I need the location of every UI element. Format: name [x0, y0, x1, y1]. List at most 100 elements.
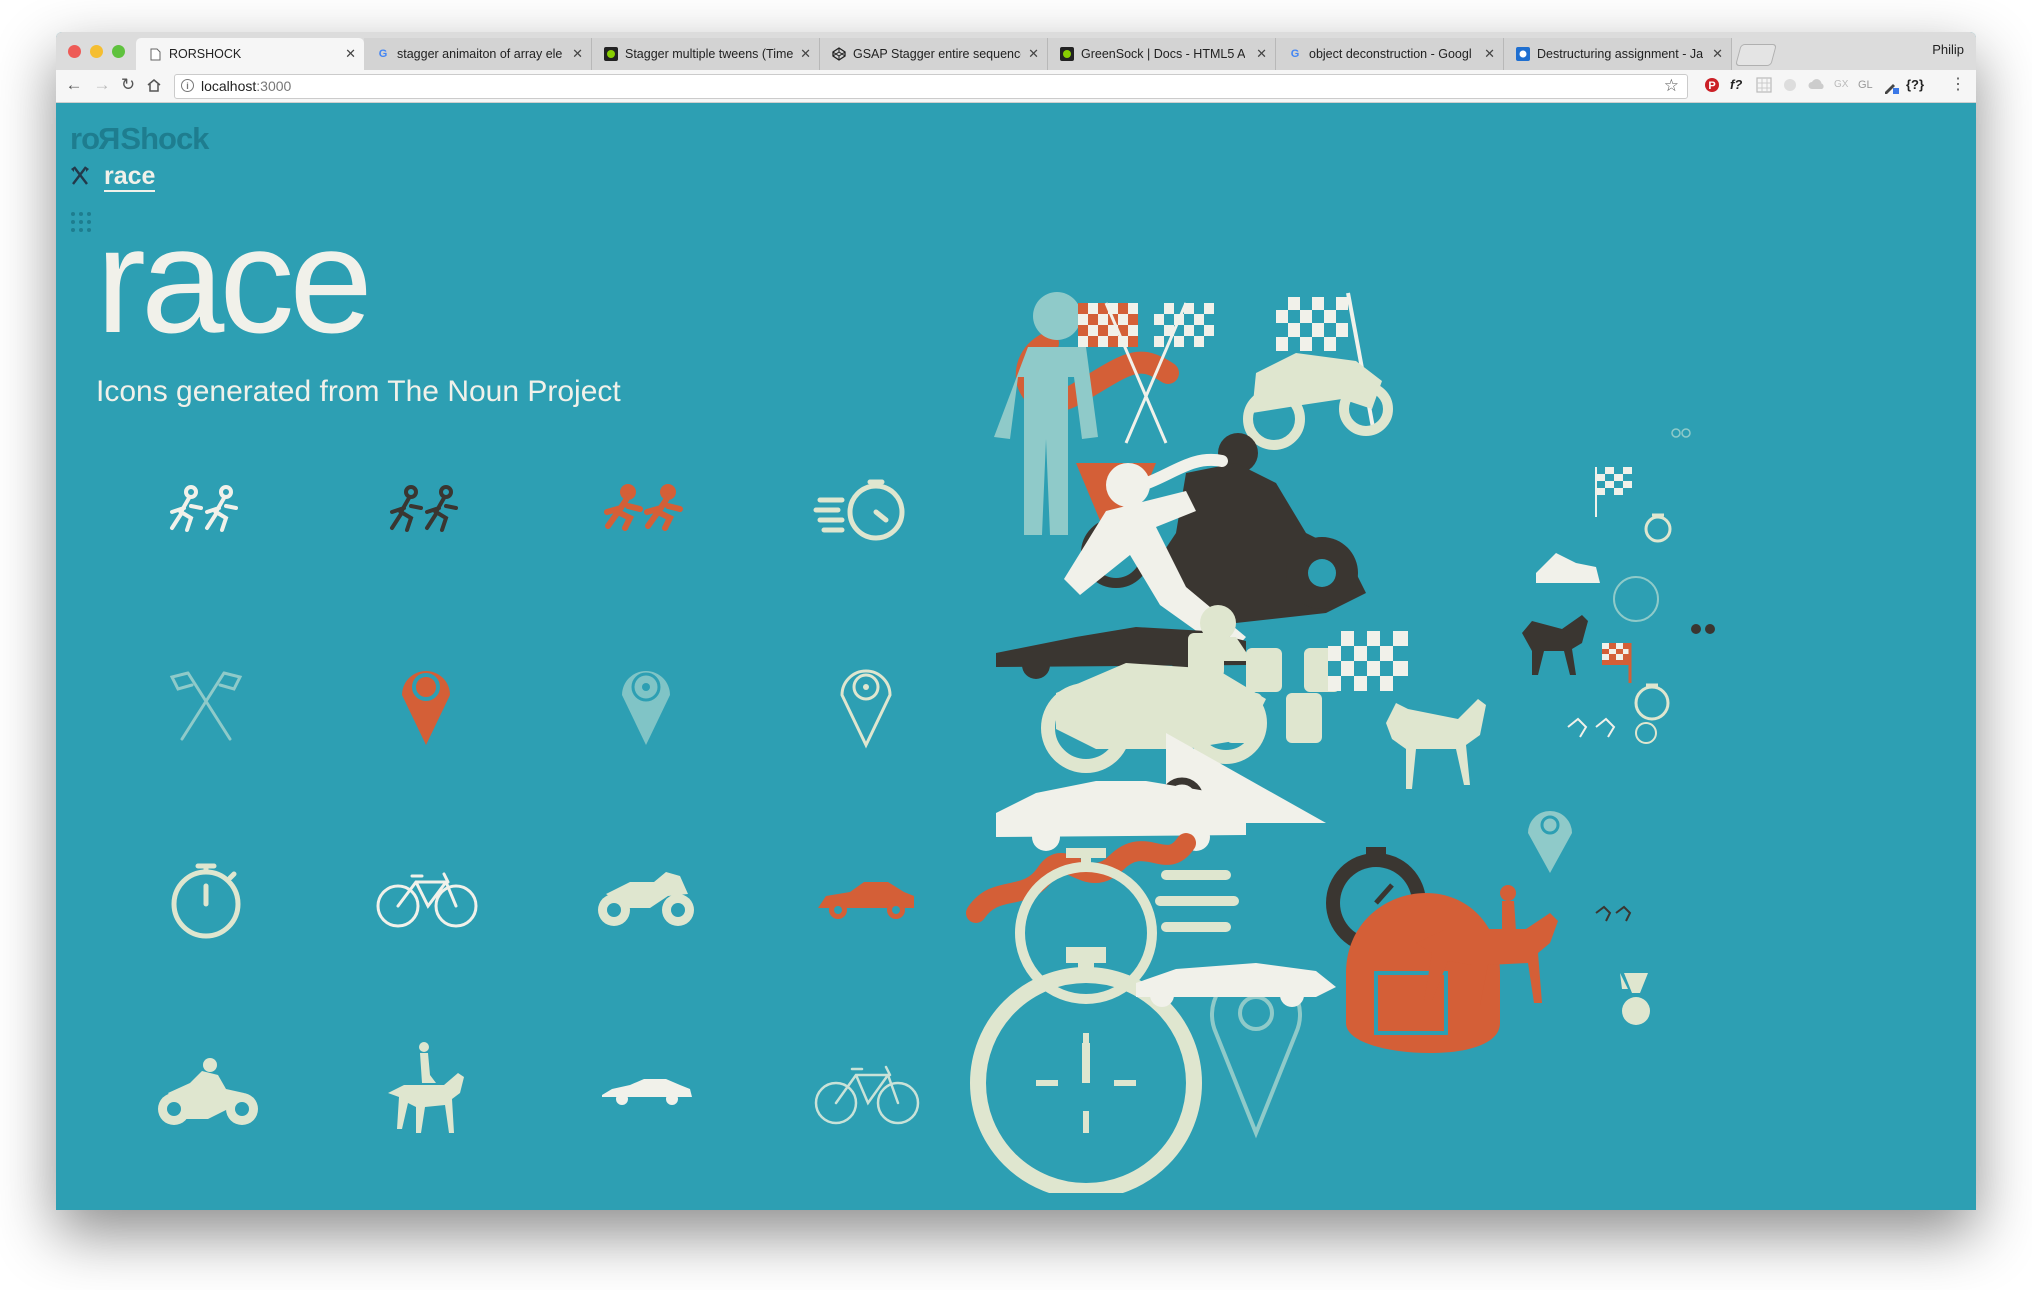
crossed-flags-small-icon	[70, 164, 90, 191]
breadcrumb-link[interactable]: race	[104, 163, 156, 192]
tab-label: GreenSock | Docs - HTML5 A	[1081, 47, 1246, 61]
tab-label: stagger animaiton of array ele	[397, 47, 563, 61]
page-title: race	[96, 196, 373, 364]
browser-window: RORSHOCK ✕ G stagger animaiton of array …	[56, 32, 1976, 1210]
small-stopwatch-icon-2	[1634, 683, 1670, 721]
browser-menu-icon[interactable]: ⋮	[1950, 74, 1966, 94]
close-tab-icon[interactable]: ✕	[1028, 46, 1039, 62]
faint-stopwatch-icon	[1613, 576, 1659, 622]
motorcycle-top-icon	[1243, 353, 1393, 450]
tab-gsap-stagger[interactable]: GSAP Stagger entire sequence ✕	[820, 38, 1048, 70]
zoom-window-button[interactable]	[112, 45, 125, 58]
horse-rider-icon[interactable]	[366, 1033, 486, 1153]
dark-horse-icon	[1522, 615, 1588, 675]
profile-name[interactable]: Philip	[1932, 42, 1964, 57]
site-info-icon[interactable]: i	[181, 79, 194, 92]
close-tab-icon[interactable]: ✕	[345, 46, 356, 62]
close-window-button[interactable]	[68, 45, 81, 58]
mdn-icon	[1516, 47, 1530, 61]
small-stopwatch-icon-3	[1635, 722, 1657, 744]
tiny-motorcycle-icon	[1691, 624, 1715, 634]
small-runners-icon	[1567, 717, 1616, 738]
small-runners-dark-icon	[1595, 905, 1632, 922]
home-icon[interactable]	[144, 75, 164, 95]
new-tab-button[interactable]	[1735, 44, 1777, 66]
tab-destructuring[interactable]: Destructuring assignment - Ja ✕	[1504, 38, 1732, 70]
tab-label: Stagger multiple tweens (Time	[625, 47, 793, 61]
map-pin-orange-icon[interactable]	[366, 643, 486, 763]
runners-orange-icon[interactable]	[586, 448, 706, 568]
tab-label: Destructuring assignment - Ja	[1537, 47, 1704, 61]
bicycle-icon[interactable]	[366, 838, 486, 958]
url-text: localhost:3000	[201, 78, 292, 94]
race-car-icon[interactable]	[806, 838, 926, 958]
close-tab-icon[interactable]: ✕	[1712, 46, 1723, 62]
minimize-window-button[interactable]	[90, 45, 103, 58]
checkered-flag-center-icon	[1328, 631, 1408, 691]
crossed-flags-icon[interactable]	[146, 643, 266, 763]
json-extension-icon[interactable]: {?}	[1906, 77, 1924, 92]
small-shoe-icon	[1536, 553, 1600, 583]
whatfont-extension-icon[interactable]: f?	[1730, 77, 1742, 92]
speed-lines-icon	[1155, 870, 1239, 932]
page-subtitle: Icons generated from The Noun Project	[96, 375, 621, 408]
window-controls	[68, 45, 125, 58]
white-race-car-icon	[1136, 963, 1336, 1007]
eyedropper-extension-icon[interactable]	[1882, 77, 1900, 98]
extension-grid-icon[interactable]	[1756, 77, 1772, 96]
motorcycle-rider-icon[interactable]	[146, 1033, 266, 1153]
tab-rorshock[interactable]: RORSHOCK ✕	[136, 38, 364, 70]
tab-object-deconstruction[interactable]: G object deconstruction - Googl ✕	[1276, 38, 1504, 70]
classic-car-icon[interactable]	[586, 1033, 706, 1153]
extension-shield-icon[interactable]	[1782, 77, 1798, 96]
road-bike-icon[interactable]	[806, 1033, 926, 1153]
reload-icon[interactable]: ↻	[118, 75, 138, 95]
greensock-icon	[1060, 47, 1074, 61]
runners-outline-icon[interactable]	[146, 448, 266, 568]
medal-icon	[1620, 973, 1650, 1025]
cloud-extension-icon[interactable]	[1808, 77, 1826, 94]
address-bar[interactable]: i localhost:3000 ☆	[174, 74, 1688, 99]
extension-gx-icon[interactable]: GX	[1834, 79, 1848, 90]
svg-text:P: P	[1708, 80, 1715, 92]
tab-greensock-docs[interactable]: GreenSock | Docs - HTML5 A ✕	[1048, 38, 1276, 70]
greensock-icon	[604, 47, 618, 61]
google-icon: G	[378, 48, 388, 60]
brand-logo[interactable]: roRShock	[70, 121, 209, 157]
close-tab-icon[interactable]: ✕	[800, 46, 811, 62]
codepen-icon	[832, 47, 846, 61]
browser-toolbar: ← → ↻ i localhost:3000 ☆ P f? GX GL {?} …	[56, 70, 1976, 103]
grid-menu-icon[interactable]	[70, 211, 92, 238]
forward-arrow-icon[interactable]: →	[92, 75, 112, 95]
tab-label: GSAP Stagger entire sequence	[853, 47, 1021, 61]
sport-motorcycle-icon[interactable]	[586, 838, 706, 958]
tab-list: RORSHOCK ✕ G stagger animaiton of array …	[136, 38, 1777, 70]
stopwatch-speed-icon[interactable]	[806, 448, 926, 568]
map-pin-timer-icon[interactable]	[586, 643, 706, 763]
map-pin-timer-outline-icon[interactable]	[806, 643, 926, 763]
page-icon	[148, 47, 162, 61]
runners-dark-icon[interactable]	[366, 448, 486, 568]
pinterest-icon[interactable]: P	[1704, 77, 1720, 96]
page-content: roRShock race race Icons generated from …	[56, 103, 1976, 1210]
tab-stagger-tweens[interactable]: Stagger multiple tweens (Time ✕	[592, 38, 820, 70]
close-tab-icon[interactable]: ✕	[1484, 46, 1495, 62]
breadcrumb: race	[70, 163, 156, 192]
pale-horse-icon	[1386, 699, 1486, 789]
back-arrow-icon[interactable]: ←	[64, 75, 84, 95]
extension-gl-icon[interactable]: GL	[1858, 79, 1873, 91]
google-icon: G	[1290, 48, 1300, 60]
tab-stagger-animation[interactable]: G stagger animaiton of array ele ✕	[364, 38, 592, 70]
small-map-pin-icon	[1528, 811, 1572, 873]
stopwatch-icon[interactable]	[146, 838, 266, 958]
icon-collage	[956, 253, 1756, 1199]
small-checkered-flag-orange-icon	[1602, 643, 1632, 683]
small-checkered-flag-icon	[1595, 467, 1632, 517]
tab-label: object deconstruction - Googl	[1309, 47, 1472, 61]
tab-label: RORSHOCK	[169, 47, 242, 61]
close-tab-icon[interactable]: ✕	[572, 46, 583, 62]
close-tab-icon[interactable]: ✕	[1256, 46, 1267, 62]
small-stopwatch-icon-1	[1644, 513, 1672, 543]
tiny-bike-icon	[1671, 428, 1691, 438]
bookmark-star-icon[interactable]: ☆	[1664, 76, 1679, 96]
